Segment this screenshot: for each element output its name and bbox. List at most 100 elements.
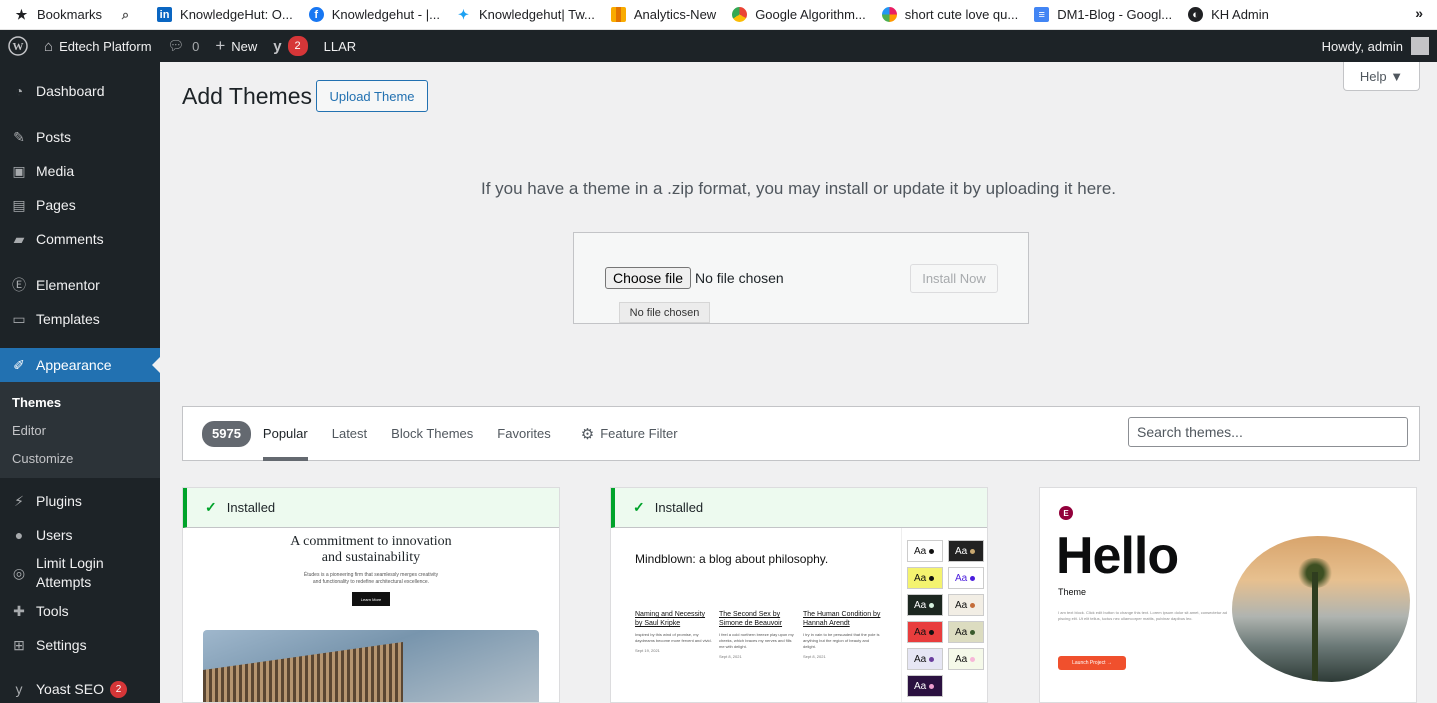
theme-card[interactable]: ✓ Installed A commitment to innovation a… bbox=[182, 487, 560, 703]
check-icon: ✓ bbox=[205, 499, 217, 515]
submenu-item-editor[interactable]: Editor bbox=[0, 416, 160, 444]
admin-bar: W ⌂ Edtech Platform 💬︎ 0 + New y 2 LLAR … bbox=[0, 30, 1437, 62]
sidebar-item-tools[interactable]: ✚ Tools bbox=[0, 594, 160, 628]
sidebar-item-limit-login-attempts[interactable]: ◎ Limit Login Attempts bbox=[0, 552, 160, 594]
theme-filter-bar: 5975 Popular Latest Block Themes Favorit… bbox=[182, 406, 1420, 461]
sidebar-item-pages[interactable]: ▤ Pages bbox=[0, 188, 160, 222]
post-preview: The Second Sex by Simone de Beauvoir I f… bbox=[719, 611, 794, 659]
theme-screenshot: Mindblown: a blog about philosophy. Nami… bbox=[611, 528, 987, 702]
settings-icon: ⊞ bbox=[13, 636, 25, 653]
choose-file-button[interactable]: Choose file bbox=[605, 267, 691, 289]
bookmark-google-algorithm[interactable]: Google Algorithm... bbox=[732, 7, 866, 22]
search-themes-input[interactable] bbox=[1128, 417, 1408, 447]
wrench-icon: ✚ bbox=[13, 602, 25, 619]
pages-icon: ▤ bbox=[12, 196, 26, 213]
building-image bbox=[203, 630, 539, 702]
bookmark-search[interactable]: ⌕ bbox=[118, 7, 141, 22]
sidebar-item-posts[interactable]: ✎ Posts bbox=[0, 120, 160, 154]
comments-link[interactable]: 💬︎ 0 bbox=[160, 30, 208, 62]
file-status-text: No file chosen bbox=[695, 270, 784, 286]
user-icon: ● bbox=[14, 527, 24, 543]
tab-latest[interactable]: Latest bbox=[332, 406, 367, 461]
comment-icon: ▰ bbox=[13, 230, 25, 247]
upload-form: Choose file No file chosen No file chose… bbox=[573, 232, 1029, 324]
bookmark-analytics[interactable]: Analytics-New bbox=[610, 7, 716, 22]
avatar bbox=[1411, 37, 1429, 55]
facebook-icon: f bbox=[308, 7, 324, 22]
gear-icon: ⚙ bbox=[580, 425, 595, 443]
tab-favorites[interactable]: Favorites bbox=[497, 406, 550, 461]
plugin-icon: ⚡︎ bbox=[14, 492, 24, 509]
style-swatch: Aa bbox=[907, 675, 943, 697]
sidebar-item-users[interactable]: ● Users bbox=[0, 518, 160, 552]
post-preview: The Human Condition by Hannah Arendt I t… bbox=[803, 611, 881, 659]
elementor-icon: E bbox=[1059, 506, 1073, 520]
sidebar-item-templates[interactable]: ▭ Templates bbox=[0, 302, 160, 336]
tab-popular[interactable]: Popular bbox=[262, 406, 308, 461]
style-swatch: Aa bbox=[948, 567, 984, 589]
sidebar-item-dashboard[interactable]: ◔ Dashboard bbox=[0, 74, 160, 108]
style-swatch: Aa bbox=[907, 594, 943, 616]
submenu-item-customize[interactable]: Customize bbox=[0, 444, 160, 472]
feature-filter-button[interactable]: ⚙ Feature Filter bbox=[581, 425, 678, 443]
sidebar-item-media[interactable]: ▣ Media bbox=[0, 154, 160, 188]
pinwheel-icon bbox=[881, 7, 897, 22]
bookmark-dm1-blog[interactable]: ≡ DM1-Blog - Googl... bbox=[1034, 7, 1172, 22]
comment-icon: 💬︎ bbox=[167, 38, 185, 53]
submenu-item-themes[interactable]: Themes bbox=[0, 388, 160, 416]
bookmark-facebook[interactable]: f Knowledgehut - |... bbox=[308, 7, 440, 22]
globe-icon: ◐ bbox=[1188, 7, 1204, 22]
yoast-link[interactable]: y 2 bbox=[265, 30, 315, 62]
upload-theme-button[interactable]: Upload Theme bbox=[316, 80, 428, 112]
bookmarks-bar: ★ Bookmarks ⌕ in KnowledgeHut: O... f Kn… bbox=[0, 0, 1437, 30]
bookmarks-more-button[interactable]: » bbox=[1415, 5, 1423, 21]
dashboard-icon: ◔ bbox=[14, 83, 24, 99]
appearance-submenu: Themes Editor Customize bbox=[0, 382, 160, 478]
theme-card[interactable]: ✓ Installed Mindblown: a blog about phil… bbox=[610, 487, 988, 703]
sidebar-item-comments[interactable]: ▰ Comments bbox=[0, 222, 160, 256]
bookmark-love-quotes[interactable]: short cute love qu... bbox=[881, 7, 1018, 22]
home-icon: ⌂ bbox=[44, 37, 54, 55]
sidebar-item-appearance[interactable]: ✐ Appearance bbox=[0, 348, 160, 382]
sidebar-item-plugins[interactable]: ⚡︎ Plugins bbox=[0, 484, 160, 518]
pin-icon: ✎ bbox=[13, 128, 25, 145]
linkedin-icon: in bbox=[157, 7, 173, 22]
chrome-icon bbox=[732, 7, 748, 22]
folder-icon: ▭ bbox=[12, 310, 26, 327]
upload-description: If you have a theme in a .zip format, yo… bbox=[480, 179, 1117, 198]
search-icon: ⌕ bbox=[121, 6, 130, 22]
sidebar-item-settings[interactable]: ⊞ Settings bbox=[0, 628, 160, 662]
cactus-image bbox=[1232, 536, 1410, 682]
llar-link[interactable]: LLAR bbox=[316, 30, 365, 62]
site-name-link[interactable]: ⌂ Edtech Platform bbox=[36, 30, 160, 62]
yoast-seo-badge: 2 bbox=[109, 680, 127, 698]
bookmark-twitter[interactable]: ✦ Knowledgehut| Tw... bbox=[456, 7, 595, 23]
elementor-icon: Ⓔ bbox=[12, 277, 26, 293]
sidebar-item-yoast-seo[interactable]: y Yoast SEO 2 bbox=[0, 672, 160, 703]
wordpress-logo-icon[interactable]: W bbox=[0, 30, 36, 62]
new-content-link[interactable]: + New bbox=[207, 30, 265, 62]
tab-block-themes[interactable]: Block Themes bbox=[391, 406, 473, 461]
installed-notice: ✓ Installed bbox=[611, 488, 987, 528]
style-swatch: Aa bbox=[907, 648, 943, 670]
yoast-icon: y bbox=[15, 681, 23, 697]
theme-count-badge: 5975 bbox=[202, 420, 251, 447]
theme-card[interactable]: E Hello Theme I am text block. Click edi… bbox=[1039, 487, 1417, 703]
install-now-button[interactable]: Install Now bbox=[910, 264, 998, 293]
style-swatch: Aa bbox=[907, 621, 943, 643]
bookmark-kh-admin[interactable]: ◐ KH Admin bbox=[1188, 7, 1269, 22]
post-preview: Naming and Necessity by Saul Kripke Insp… bbox=[635, 611, 712, 653]
sidebar-item-elementor[interactable]: Ⓔ Elementor bbox=[0, 268, 160, 302]
theme-screenshot: E Hello Theme I am text block. Click edi… bbox=[1040, 488, 1416, 702]
style-swatch: Aa bbox=[948, 594, 984, 616]
my-account[interactable]: Howdy, admin bbox=[1322, 30, 1437, 62]
fingerprint-icon: ◎ bbox=[12, 564, 26, 581]
yoast-icon: y bbox=[273, 37, 282, 55]
star-icon: ★ bbox=[15, 6, 28, 22]
style-variations: Aa Aa Aa Aa Aa Aa Aa Aa Aa Aa Aa bbox=[901, 528, 987, 702]
bookmark-linkedin[interactable]: in KnowledgeHut: O... bbox=[157, 7, 293, 22]
bookmark-bookmarks[interactable]: ★ Bookmarks bbox=[14, 6, 102, 23]
file-tooltip: No file chosen bbox=[619, 302, 710, 323]
page-title: Add Themes bbox=[182, 83, 312, 109]
help-button[interactable]: Help ▼ bbox=[1343, 62, 1420, 91]
